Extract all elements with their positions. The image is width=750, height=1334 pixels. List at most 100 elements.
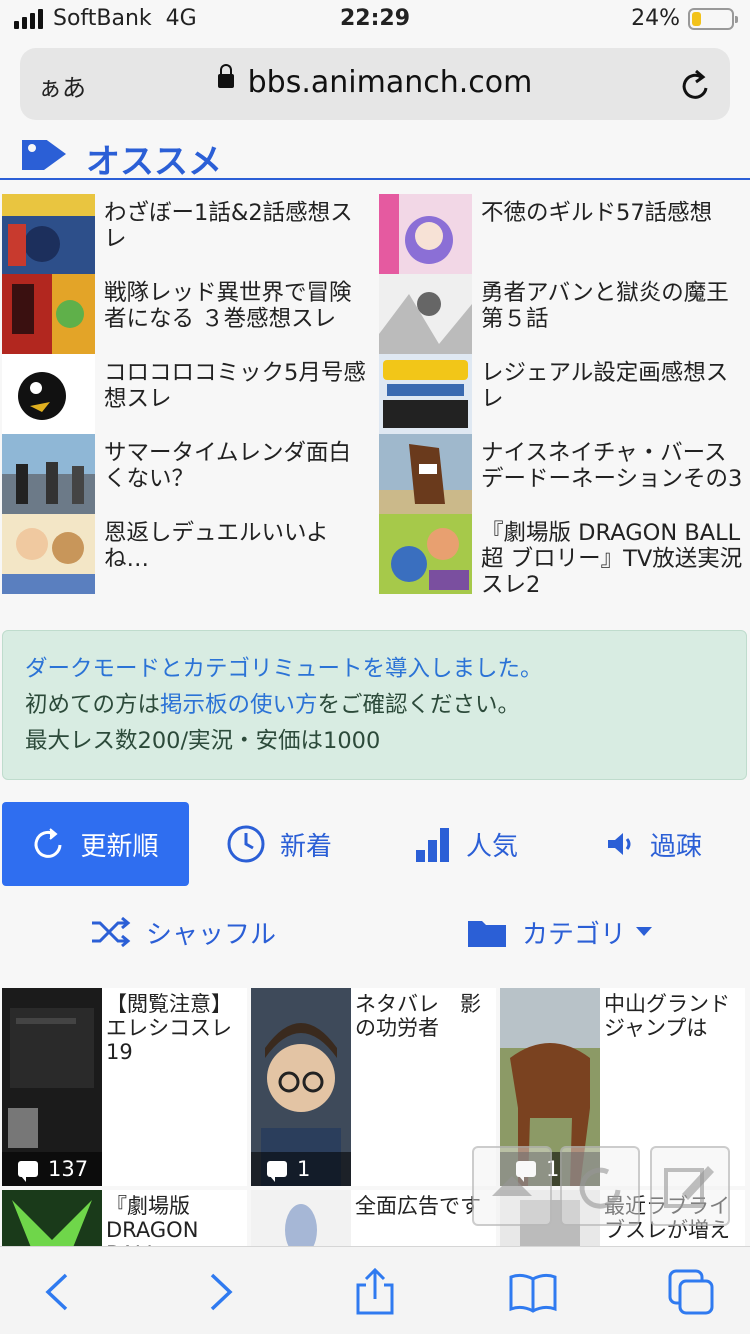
category-label: カテゴリ (522, 919, 627, 950)
thread-card[interactable]: ネタバレ 影の功労者 1 (251, 988, 496, 1186)
thread-thumbnail (251, 1190, 351, 1246)
recommended-item-title: 戦隊レッド異世界で冒険者になる ３巻感想スレ (104, 280, 352, 332)
comment-icon (267, 1161, 287, 1182)
sort-sparse-button[interactable]: 過疎 (606, 802, 736, 886)
reply-count: 137 (2, 1152, 102, 1186)
thread-card[interactable]: 【閲覧注意】エレシコスレ19 137 (2, 988, 247, 1186)
tabs-icon[interactable] (666, 1267, 716, 1317)
back-icon[interactable] (34, 1267, 84, 1317)
recommended-item[interactable]: 不徳のギルド57話感想 (379, 194, 750, 274)
recommended-item[interactable]: ナイスネイチャ・バースデードーネーションその3 (379, 434, 750, 514)
new-thread-button[interactable] (650, 1146, 730, 1226)
shuffle-button[interactable]: シャッフル (90, 902, 276, 962)
page-content: オススメ わざぼー1話&2話感想スレ 不徳のギルド57話感想 戦隊レッド異世界で… (0, 140, 750, 1246)
speaker-icon (608, 833, 631, 855)
caret-down-icon (636, 927, 653, 936)
recommended-item-title: サマータイムレンダ面白くない？ (104, 440, 352, 492)
notice-text: をご確認ください。 (317, 692, 521, 718)
thread-card[interactable]: 『劇場版 DRAGON BALL (2, 1190, 247, 1246)
thread-title: 中山グランドジャンプは (604, 992, 730, 1040)
arrow-up-icon (492, 1176, 532, 1196)
status-bar: SoftBank 4G 22:29 24% (0, 0, 750, 40)
recommended-item[interactable]: 『劇場版 DRAGON BALL超 ブロリー』TV放送実況スレ2 (379, 514, 750, 594)
notice-line-3: 最大レス数200/実況・安価は1000 (25, 728, 381, 754)
thread-title: 『劇場版 DRAGON BALL (106, 1194, 199, 1246)
recommended-item-title: 恩返しデュエルいいよね… (104, 520, 329, 572)
recommended-item-title: コロコロコミック5月号感想スレ (104, 360, 366, 412)
recommended-item[interactable]: 戦隊レッド異世界で冒険者になる ３巻感想スレ (2, 274, 375, 354)
thread-thumbnail (2, 274, 95, 354)
sort-new-button[interactable]: 新着 (226, 802, 366, 886)
usage-guide-link[interactable]: 掲示板の使い方 (160, 692, 318, 718)
tag-icon (22, 140, 66, 170)
folder-icon (468, 921, 506, 947)
notice-text: 初めての方は (25, 692, 161, 718)
recommended-item[interactable]: コロコロコミック5月号感想スレ (2, 354, 375, 434)
reply-count-value: 1 (297, 1157, 311, 1181)
site-notice: ダークモードとカテゴリミュートを導入しました。 初めての方は掲示板の使い方をご確… (2, 630, 747, 780)
bookmarks-icon[interactable] (508, 1267, 558, 1317)
sort-tabs: 更新順 新着 人気 過疎 (0, 802, 750, 886)
refresh-float-button[interactable] (560, 1146, 640, 1226)
lock-icon (217, 63, 234, 88)
bar-chart-icon (416, 828, 449, 862)
reply-count-value: 137 (48, 1157, 89, 1181)
thread-thumbnail (379, 274, 472, 354)
category-dropdown[interactable]: カテゴリ (466, 902, 653, 962)
thread-thumbnail (379, 434, 472, 514)
recommended-title: オススメ (86, 142, 222, 182)
browser-toolbar (0, 1246, 750, 1334)
recommended-item[interactable]: サマータイムレンダ面白くない？ (2, 434, 375, 514)
thread-title: 【閲覧注意】エレシコスレ19 (106, 992, 232, 1064)
reload-icon[interactable] (680, 68, 712, 102)
battery-percent: 24% (631, 6, 680, 31)
recommended-item-title: レジェアル設定画感想スレ (481, 360, 729, 412)
url-field[interactable]: bbs.animanch.com (20, 63, 730, 100)
shuffle-label: シャッフル (146, 919, 277, 950)
refresh-icon (579, 1167, 621, 1209)
recommended-item-title: 勇者アバンと獄炎の魔王 第５話 (481, 280, 750, 332)
notice-line-1[interactable]: ダークモードとカテゴリミュートを導入しました。 (25, 651, 724, 687)
sort-new-label: 新着 (280, 831, 333, 862)
recommended-item[interactable]: 勇者アバンと獄炎の魔王 第５話 (379, 274, 750, 354)
recommended-item[interactable]: 恩返しデュエルいいよね… (2, 514, 375, 594)
notice-line-2: 初めての方は掲示板の使い方をご確認ください。 (25, 687, 724, 723)
thread-thumbnail (2, 434, 95, 514)
comment-icon (18, 1161, 38, 1182)
edit-icon (664, 1166, 714, 1208)
shuffle-icon (92, 916, 131, 948)
clock-icon (227, 825, 265, 863)
filter-row: シャッフル カテゴリ (0, 902, 750, 962)
sort-popular-button[interactable]: 人気 (414, 802, 554, 886)
sort-sparse-label: 過疎 (650, 831, 703, 862)
thread-thumbnail (2, 1190, 102, 1246)
status-right: 24% (631, 6, 738, 31)
thread-thumbnail (2, 194, 95, 274)
reply-count: 1 (251, 1152, 351, 1186)
thread-thumbnail (2, 354, 95, 434)
thread-thumbnail (379, 354, 472, 434)
recommended-item[interactable]: レジェアル設定画感想スレ (379, 354, 750, 434)
recommended-header: オススメ (0, 140, 750, 182)
recommended-item-title: 不徳のギルド57話感想 (481, 200, 713, 226)
battery-icon (688, 7, 738, 30)
url-text: bbs.animanch.com (247, 65, 533, 100)
recommended-item-title: 『劇場版 DRAGON BALL超 ブロリー』TV放送実況スレ2 (481, 520, 743, 594)
recommended-item-title: ナイスネイチャ・バースデードーネーションその3 (481, 440, 743, 492)
recommended-list: わざぼー1話&2話感想スレ 不徳のギルド57話感想 戦隊レッド異世界で冒険者にな… (0, 180, 750, 594)
scroll-top-button[interactable] (472, 1146, 552, 1226)
thread-thumbnail (379, 514, 472, 594)
sort-popular-label: 人気 (466, 831, 519, 862)
sort-update-button[interactable]: 更新順 (2, 802, 189, 886)
address-bar[interactable]: ぁあ bbs.animanch.com (20, 48, 730, 120)
thread-thumbnail (2, 514, 95, 594)
share-icon[interactable] (350, 1267, 400, 1317)
forward-icon[interactable] (194, 1267, 244, 1317)
recommended-item[interactable]: わざぼー1話&2話感想スレ (2, 194, 375, 274)
sort-update-label: 更新順 (80, 831, 159, 862)
refresh-icon (35, 828, 62, 858)
thread-title: ネタバレ 影の功労者 (355, 992, 481, 1040)
thread-card[interactable]: 全面広告です (251, 1190, 496, 1246)
thread-thumbnail (379, 194, 472, 274)
recommended-item-title: わざぼー1話&2話感想スレ (104, 200, 353, 252)
